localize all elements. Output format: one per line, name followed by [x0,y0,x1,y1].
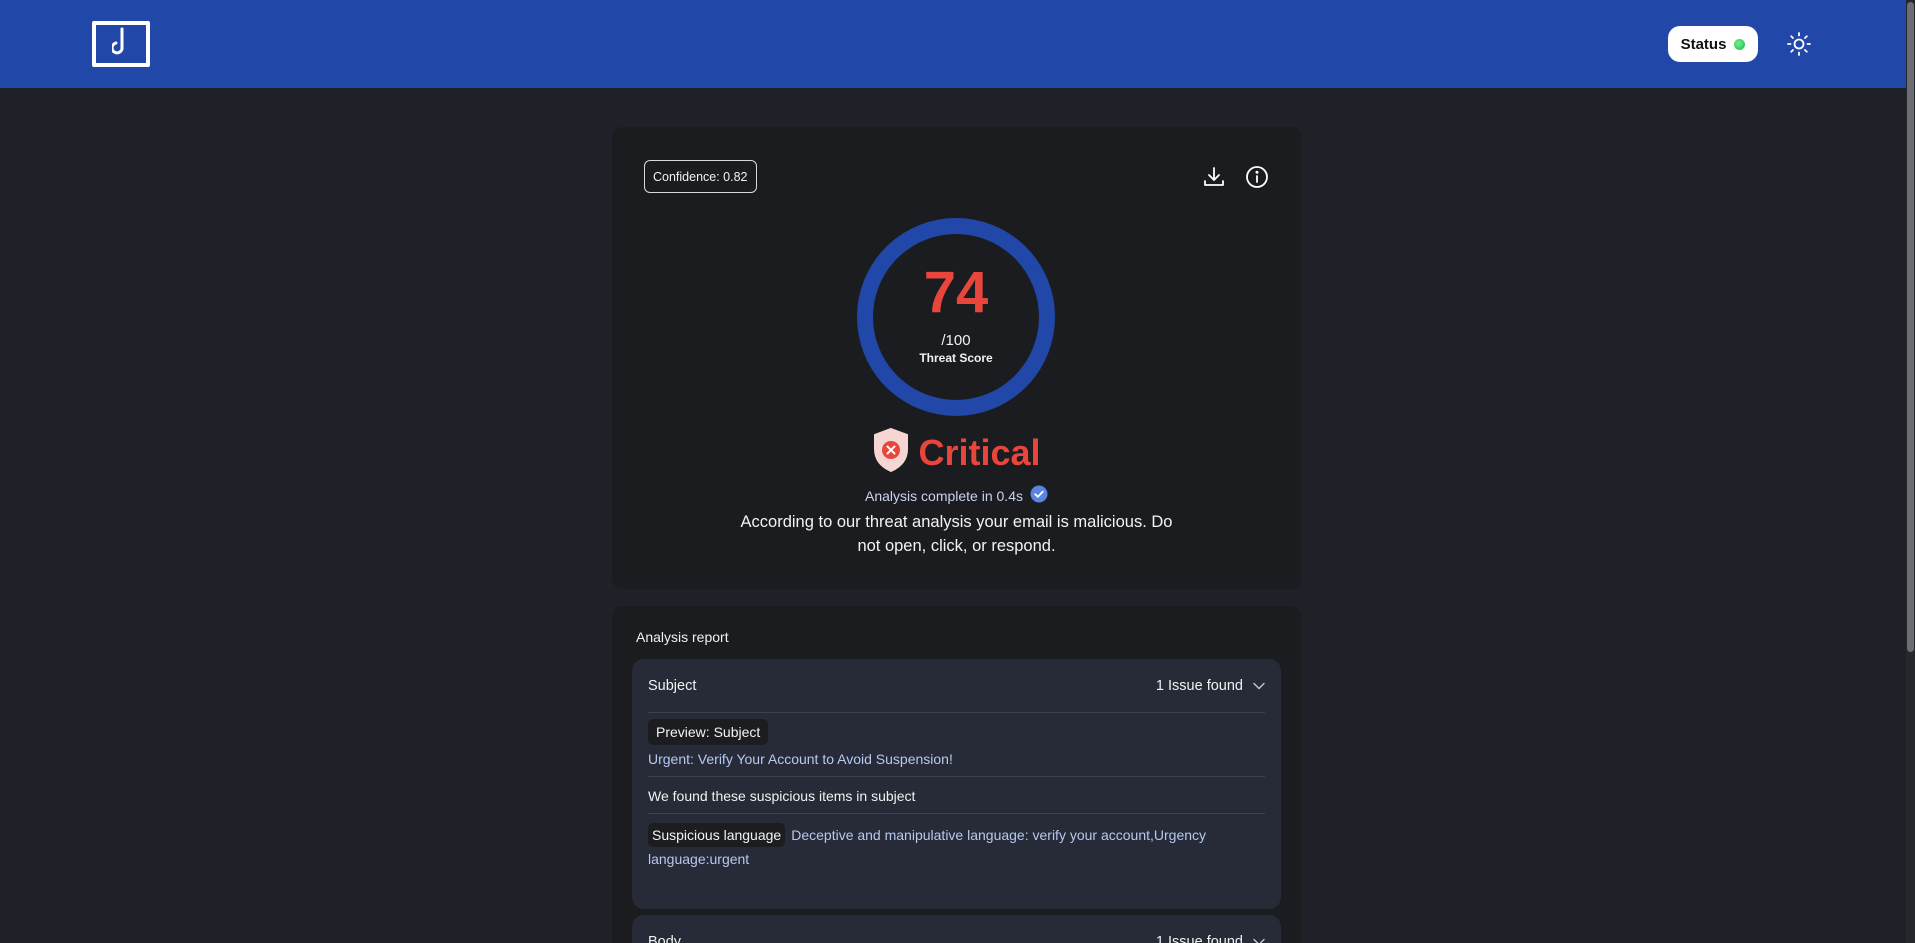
subject-preview-text: Urgent: Verify Your Account to Avoid Sus… [648,751,953,767]
chevron-down-icon[interactable] [1253,682,1265,690]
section-name: Body [648,934,682,943]
section-divider [648,813,1265,814]
threat-score-gauge: 74 /100 Threat Score [856,217,1056,417]
chevron-down-icon[interactable] [1253,938,1265,943]
threat-score-label: Threat Score [919,351,993,365]
status-indicator-dot [1734,38,1746,50]
page-scrollbar[interactable] [1906,0,1915,943]
section-divider [648,712,1265,713]
top-navigation-bar: Status [0,0,1915,88]
confidence-badge: Confidence: 0.82 [644,160,757,193]
section-divider [648,776,1265,777]
issue-count: 1 Issue found [1156,934,1265,943]
hook-logo-icon[interactable] [92,21,150,67]
scrollbar-thumb[interactable] [1907,2,1914,652]
shield-x-icon [872,427,910,478]
suspicious-items-heading: We found these suspicious items in subje… [648,788,916,804]
info-icon[interactable] [1244,164,1270,190]
threat-score-card: Confidence: 0.82 74 /100 Threat Score Cr… [612,127,1301,589]
verdict-label: Critical [918,431,1041,473]
analysis-time-row: Analysis complete in 0.4s [612,485,1301,506]
section-header-body[interactable]: Body 1 Issue found [648,932,1265,943]
suspicious-language-tag: Suspicious language [648,823,786,847]
issue-count-text: 1 Issue found [1155,678,1243,694]
analysis-time-text: Analysis complete in 0.4s [865,487,1023,504]
verdict-description: According to our threat analysis your em… [740,513,1173,555]
sun-icon[interactable] [1786,31,1812,57]
threat-score-max: /100 [941,332,971,349]
suspicious-item: Suspicious language Deceptive and manipul… [648,823,1265,871]
analysis-report-title: Analysis report [636,629,729,645]
report-section-body: Body 1 Issue found [632,915,1281,943]
verdict-row: Critical [612,427,1301,478]
report-section-subject: Subject 1 Issue found Preview: Subject U… [632,659,1281,909]
analysis-report-card: Analysis report Subject 1 Issue found Pr… [612,606,1301,943]
issue-count-text: 1 Issue found [1155,934,1243,943]
threat-score-value: 74 [923,260,989,325]
download-icon[interactable] [1201,164,1227,190]
section-header-subject[interactable]: Subject 1 Issue found [648,676,1265,696]
check-badge-icon [1030,485,1048,506]
section-name: Subject [648,678,697,694]
status-label: Status [1680,35,1727,53]
issue-count: 1 Issue found [1156,678,1265,694]
preview-subject-tag: Preview: Subject [648,719,769,745]
status-button[interactable]: Status [1668,26,1758,62]
